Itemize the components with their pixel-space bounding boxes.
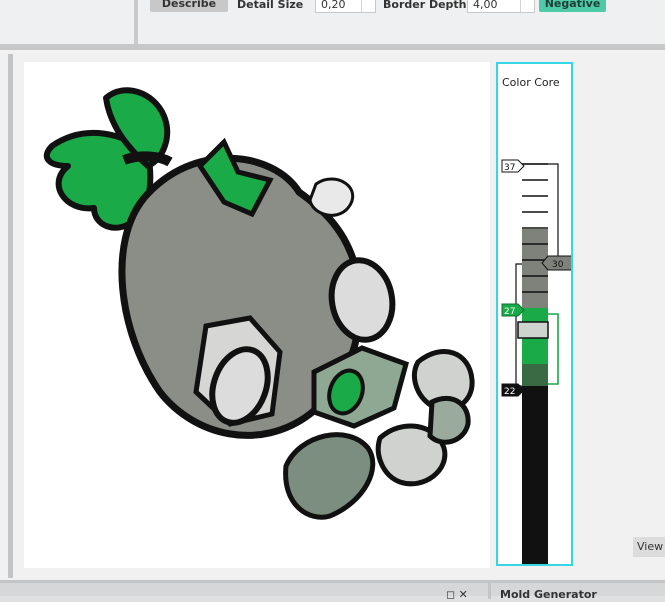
- detail-size-value: 0,20: [321, 0, 346, 11]
- panel-window-controls[interactable]: ◻ ✕: [446, 588, 468, 602]
- border-depth-label: Border Depth: [383, 0, 467, 11]
- marker-top-label: 37: [504, 163, 515, 173]
- marker-upper-label: 30: [552, 260, 564, 270]
- marker-mid[interactable]: 27: [501, 303, 525, 317]
- toolbar-separator: [134, 0, 138, 46]
- gray-band: [522, 156, 548, 319]
- color-core-gradient[interactable]: 37 30 27 22: [498, 64, 571, 564]
- view-button[interactable]: View: [633, 537, 665, 557]
- spinner-arrows-icon[interactable]: [361, 0, 375, 12]
- border-depth-value: 4,00: [473, 0, 498, 11]
- spinner-arrows-icon[interactable]: [520, 0, 534, 12]
- slider-handle[interactable]: [517, 321, 549, 339]
- detail-size-spinner[interactable]: 0,20: [315, 0, 376, 13]
- panel-title: Mold Generator: [500, 588, 597, 601]
- color-core-panel: Color Core 37 30 27 22: [496, 62, 573, 566]
- panel-separator: [488, 583, 491, 599]
- marker-upper[interactable]: 30: [541, 255, 571, 271]
- dark-band: [522, 386, 548, 564]
- skull-illustration: [43, 87, 475, 520]
- detail-size-label: Detail Size: [237, 0, 304, 11]
- image-canvas[interactable]: [24, 62, 490, 568]
- skull-body: [118, 137, 410, 439]
- border-depth-spinner[interactable]: 4,00: [467, 0, 535, 13]
- marker-mid-label: 27: [504, 307, 515, 317]
- negative-button[interactable]: Negative: [539, 0, 606, 12]
- marker-top[interactable]: 37: [501, 159, 525, 173]
- green-band: [522, 308, 548, 386]
- left-scroll-edge[interactable]: [8, 54, 13, 578]
- marker-low-label: 22: [504, 387, 515, 397]
- describe-button[interactable]: Describe: [150, 0, 228, 12]
- top-toolbar: Describe Detail Size 0,20 Border Depth 4…: [0, 0, 665, 50]
- bottom-panel-header: ◻ ✕ Mold Generator: [0, 580, 665, 601]
